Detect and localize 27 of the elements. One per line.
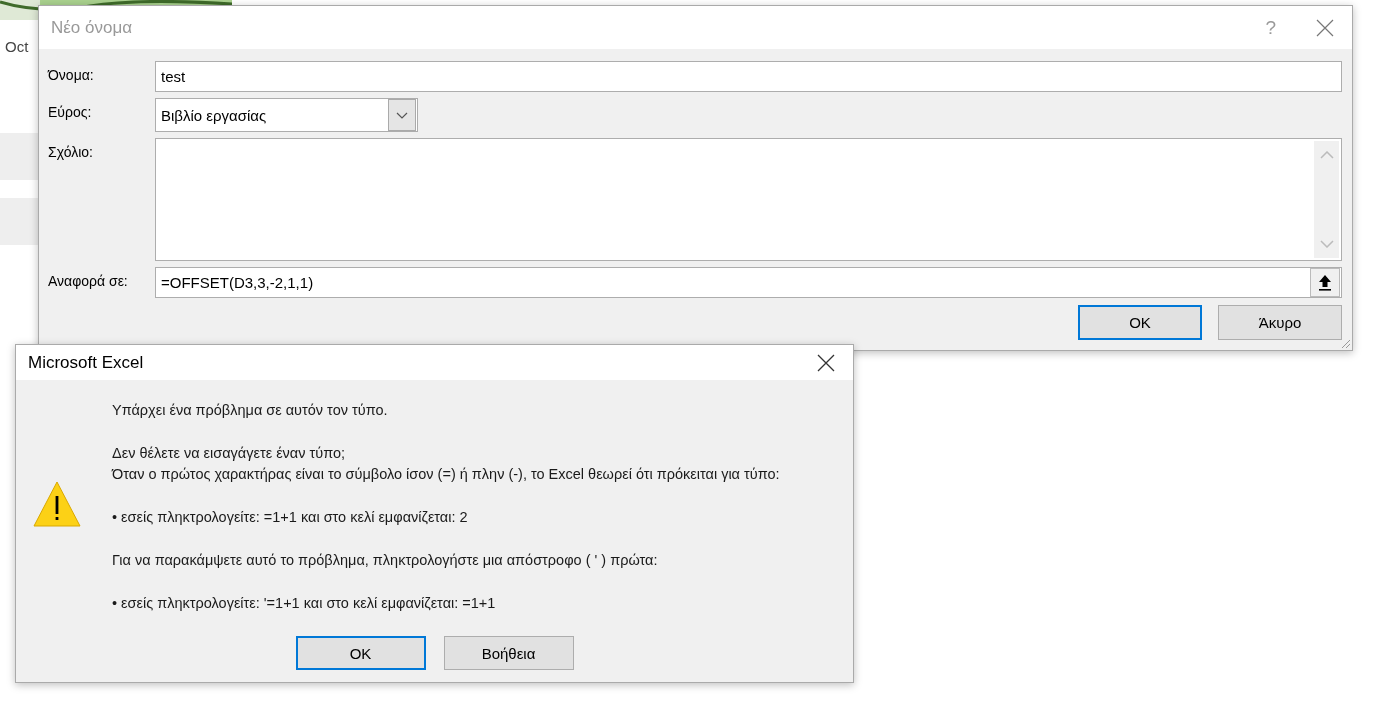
field-label: Εύρος: — [48, 103, 93, 120]
scope-dropdown[interactable]: Βιβλίο εργασίας — [155, 98, 418, 132]
warning-icon — [32, 480, 82, 528]
scroll-down-icon[interactable] — [1319, 240, 1334, 248]
field-label: Όνομα: — [48, 66, 95, 83]
chevron-down-icon — [396, 111, 408, 119]
message-text: Για να παρακάμψετε αυτό το πρόβλημα, πληκτρολογήστε μια απόστροφο ( ' ) πρώτα: — [112, 551, 659, 570]
reference-input-field[interactable]: =OFFSET(D3,3,-2,1,1) — [155, 267, 1342, 298]
upload-arrow-icon[interactable] — [1317, 273, 1333, 292]
field-label: Αναφορά σε: — [48, 272, 129, 289]
dialog-button[interactable]: OK — [1078, 305, 1202, 340]
dialog-button[interactable]: OK — [295, 636, 426, 670]
dialog-button[interactable]: Άκυρο — [1218, 305, 1342, 340]
window-title: Νέο όνομα — [51, 17, 134, 38]
message-text: • εσείς πληκτρολογείτε: '=1+1 και στο κελί εμφανίζεται: =1+1 — [112, 594, 497, 613]
dialog-button[interactable]: Βοήθεια — [443, 636, 574, 670]
field-label: Σχόλιο: — [48, 143, 94, 160]
name-input-field[interactable]: test — [155, 61, 1342, 92]
close-icon[interactable] — [817, 353, 835, 372]
message-text: Όταν ο πρώτος χαρακτήρας είναι το σύμβολο ίσον (=) ή πλην (-), το Excel θεωρεί ότι πρόκειται για τύπο: — [112, 465, 780, 484]
axis-label: Oct — [5, 38, 29, 55]
message-text: Υπάρχει ένα πρόβλημα σε αυτόν τον τύπο. — [112, 401, 389, 420]
message-text: Δεν θέλετε να εισαγάγετε έναν τύπο; — [112, 444, 347, 463]
scroll-up-icon[interactable] — [1319, 151, 1334, 159]
resize-grip-icon[interactable] — [1339, 337, 1351, 349]
message-text: • εσείς πληκτρολογείτε: =1+1 και στο κελί εμφανίζεται: 2 — [112, 508, 469, 527]
window-title: Microsoft Excel — [28, 352, 145, 373]
